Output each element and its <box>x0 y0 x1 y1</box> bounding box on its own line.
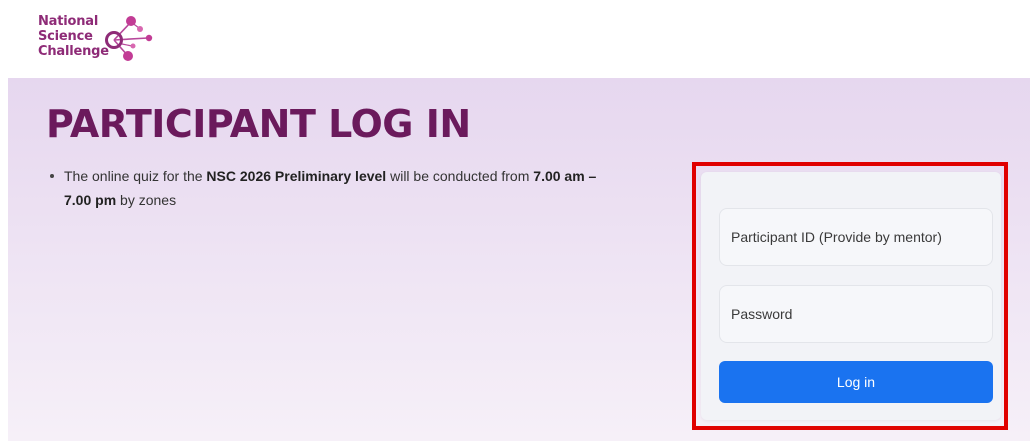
header: National Science Challenge <box>0 0 1030 78</box>
logo-line-1: National <box>38 14 99 29</box>
notice-item: The online quiz for the NSC 2026 Prelimi… <box>50 164 610 212</box>
notice-text-2: will be conducted from <box>386 168 534 184</box>
page-title: PARTICIPANT LOG IN <box>46 102 471 146</box>
password-input[interactable] <box>729 305 992 323</box>
participant-id-field[interactable] <box>719 208 993 266</box>
notice-level: NSC 2026 Preliminary level <box>206 168 387 184</box>
login-button[interactable]: Log in <box>719 361 993 403</box>
login-form: Log in <box>701 172 1001 420</box>
notice-list: The online quiz for the NSC 2026 Prelimi… <box>50 164 610 212</box>
notice-text-1: The online quiz for the <box>64 168 207 184</box>
password-field[interactable] <box>719 285 993 343</box>
participant-id-input[interactable] <box>729 228 992 246</box>
logo-text: National Science Challenge <box>38 14 109 59</box>
molecule-logo-icon <box>105 16 153 61</box>
notice-text-3: by zones <box>116 192 177 208</box>
logo-line-3: Challenge <box>38 44 109 59</box>
logo-line-2: Science <box>38 29 93 44</box>
nsc-logo[interactable]: National Science Challenge <box>38 14 188 68</box>
page: National Science Challenge PARTICIPANT L… <box>0 0 1030 441</box>
